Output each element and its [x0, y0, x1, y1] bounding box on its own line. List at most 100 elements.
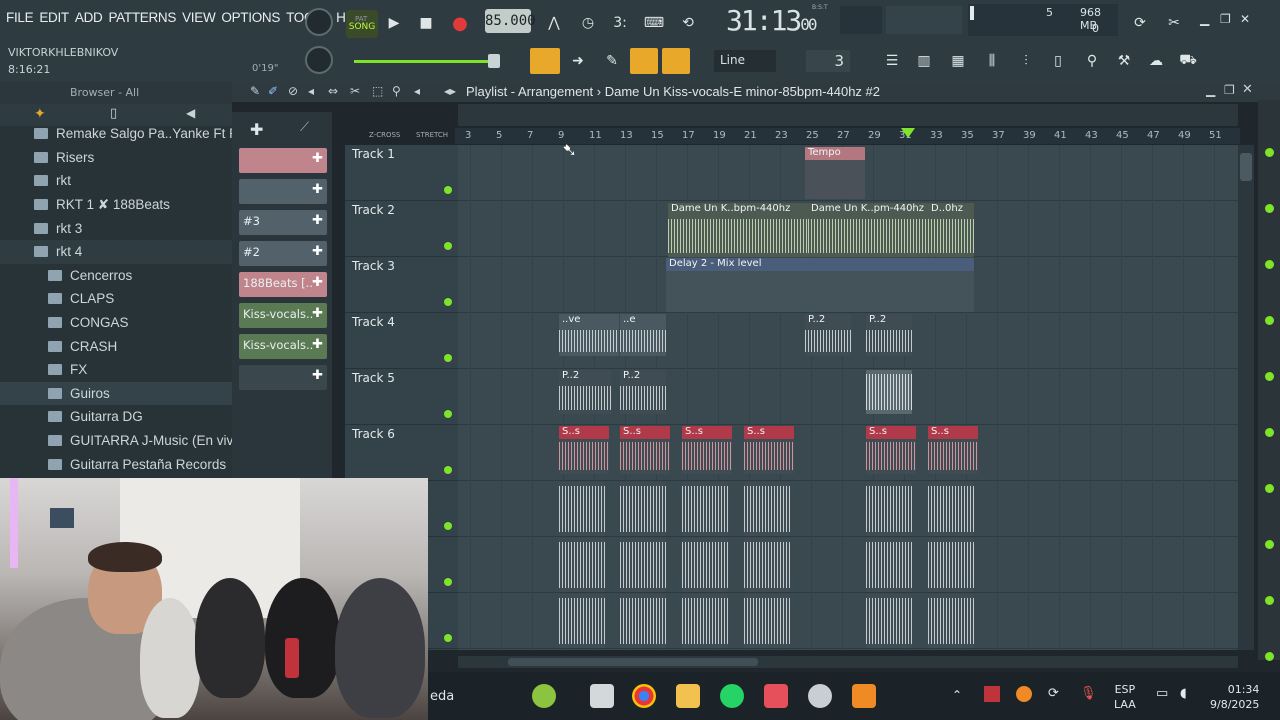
arrow-left-right-icon[interactable]: ◂▸ — [444, 84, 456, 98]
drum-pattern-clip[interactable] — [620, 594, 666, 648]
browser-folder[interactable]: RKT 1 ✘ 188Beats — [0, 193, 232, 217]
file-icon[interactable]: ▯ — [1044, 48, 1072, 74]
track-active-indicator[interactable] — [1265, 204, 1274, 213]
track-active-indicator[interactable] — [1265, 484, 1274, 493]
pattern-clip[interactable]: P..2 — [866, 314, 912, 356]
main-volume-handle[interactable] — [488, 54, 500, 68]
browser-folder[interactable]: CRASH — [0, 334, 232, 358]
track-enable-dot[interactable] — [444, 410, 452, 418]
browser-folder[interactable]: Remake Salgo Pa..Yanke Ft Randy — [0, 122, 232, 146]
menu-add[interactable]: ADD — [75, 10, 103, 25]
pattern-mode-button[interactable] — [530, 48, 560, 74]
track-enable-dot[interactable] — [444, 186, 452, 194]
channel-button[interactable]: ✚ — [239, 365, 327, 390]
pattern-clip[interactable]: ..e — [620, 314, 666, 356]
channel-button[interactable]: Kiss-vocals.. ✚ — [239, 334, 327, 359]
step-edit-button[interactable]: ⌨ — [640, 10, 668, 36]
close-playlist-button[interactable]: ✕ — [1242, 82, 1253, 97]
pattern-clip[interactable]: ..ve — [559, 314, 619, 356]
channel-add-icon[interactable]: ✚ — [312, 213, 323, 228]
tray-sync-icon[interactable]: ⟳ — [1048, 686, 1059, 701]
file-icon[interactable]: ▯ — [110, 106, 117, 121]
plug-icon[interactable]: ⚲ — [1078, 48, 1106, 74]
channel-add-icon[interactable]: ✚ — [312, 306, 323, 321]
loop-record-button[interactable]: ⟲ — [674, 10, 702, 36]
fl-studio-icon[interactable] — [852, 684, 876, 708]
taskbar-search-text[interactable]: eda — [430, 689, 454, 704]
drum-pattern-clip[interactable] — [682, 594, 728, 648]
track-enable-dot[interactable] — [444, 578, 452, 586]
mixer-icon[interactable]: ⫼ — [978, 48, 1006, 74]
language-indicator[interactable]: ESP LAA — [1114, 682, 1136, 712]
stop-button[interactable]: ■ — [412, 10, 440, 36]
pattern-clip[interactable]: P..2 — [805, 314, 851, 356]
drum-pattern-clip[interactable]: S..s — [620, 426, 670, 474]
arrange-icon[interactable]: ✚ — [250, 120, 263, 139]
channel-button[interactable]: 188Beats [.. ✚ — [239, 272, 327, 297]
tray-app-icon[interactable] — [984, 686, 1000, 702]
task-view-icon[interactable] — [590, 684, 614, 708]
track-header[interactable]: Track 6 — [345, 425, 458, 481]
browser-folder[interactable]: CLAPS — [0, 287, 232, 311]
main-volume-slider[interactable] — [354, 60, 494, 63]
browser-folder[interactable]: Guitarra Pestaña Records — [0, 452, 232, 476]
menu-patterns[interactable]: PATTERNS — [108, 10, 176, 25]
chrome-icon[interactable] — [632, 684, 656, 708]
track-active-indicator[interactable] — [1265, 652, 1274, 661]
mixer-alt-icon[interactable]: ⫶ — [1012, 48, 1040, 74]
app-close-button[interactable]: ✕ — [1240, 12, 1250, 26]
drum-pattern-clip[interactable] — [620, 482, 666, 536]
refresh-button[interactable]: ⟳ — [1126, 10, 1154, 36]
app-restore-button[interactable]: ❐ — [1220, 12, 1231, 26]
browser-folder[interactable]: rkt 3 — [0, 216, 232, 240]
track-header[interactable]: Track 1 — [345, 145, 458, 201]
channel-add-icon[interactable]: ✚ — [312, 244, 323, 259]
brush-icon[interactable]: ✐ — [268, 84, 278, 98]
pattern-clip[interactable]: P..2 — [559, 370, 611, 414]
link-button[interactable] — [630, 48, 658, 74]
play-button[interactable]: ▶ — [380, 10, 408, 36]
tray-chevron-icon[interactable]: ⌃ — [952, 688, 962, 702]
drum-pattern-clip[interactable]: S..s — [682, 426, 732, 474]
drum-pattern-clip[interactable] — [866, 594, 912, 648]
browser-folder[interactable]: Risers — [0, 146, 232, 170]
restore-playlist-button[interactable]: ❐ — [1224, 83, 1235, 97]
track-header[interactable]: Track 4 — [345, 313, 458, 369]
track-enable-dot[interactable] — [444, 466, 452, 474]
pencil-icon[interactable]: ✎ — [250, 84, 260, 98]
tools-button[interactable]: ✂ — [1160, 10, 1188, 36]
file-explorer-icon[interactable] — [676, 684, 700, 708]
drum-pattern-clip[interactable]: S..s — [866, 426, 916, 474]
menu-file[interactable]: FILE — [6, 10, 34, 25]
snap-mode-select[interactable]: Line — [714, 50, 776, 72]
track-active-indicator[interactable] — [1265, 540, 1274, 549]
minimize-playlist-button[interactable]: ▁ — [1206, 83, 1215, 97]
slide-icon[interactable]: ⟋ — [300, 120, 309, 135]
slice-icon[interactable]: ✂ — [350, 84, 360, 98]
delete-icon[interactable]: ⊘ — [288, 84, 298, 98]
drum-pattern-clip[interactable] — [682, 482, 728, 536]
drum-pattern-clip[interactable] — [744, 594, 790, 648]
overview-bar[interactable] — [458, 104, 1238, 126]
zoom-icon[interactable]: ⚲ — [392, 84, 401, 98]
track-enable-dot[interactable] — [444, 634, 452, 642]
countdown-button[interactable]: 3: — [606, 10, 634, 36]
drum-pattern-clip[interactable] — [620, 538, 666, 592]
tempo-display[interactable]: 85.000 — [485, 9, 536, 33]
menu-view[interactable]: VIEW — [182, 10, 216, 25]
drum-pattern-clip[interactable] — [559, 594, 605, 648]
pattern-clip[interactable]: P..2 — [620, 370, 666, 414]
cart-icon[interactable]: ⛟ — [1174, 48, 1202, 74]
whatsapp-icon[interactable] — [720, 684, 744, 708]
browser-folder[interactable]: rkt — [0, 169, 232, 193]
channel-button[interactable]: ✚ — [239, 148, 327, 173]
track-active-indicator[interactable] — [1265, 148, 1274, 157]
select-icon[interactable]: ⬚ — [372, 84, 383, 98]
delay-automation-clip[interactable]: Delay 2 - Mix level — [666, 258, 974, 312]
channel-button[interactable]: #3 ✚ — [239, 210, 327, 235]
hscroll-thumb[interactable] — [508, 658, 758, 666]
track-enable-dot[interactable] — [444, 298, 452, 306]
drum-pattern-clip[interactable] — [928, 538, 974, 592]
track-enable-dot[interactable] — [444, 522, 452, 530]
pattern-clip[interactable] — [866, 370, 912, 414]
